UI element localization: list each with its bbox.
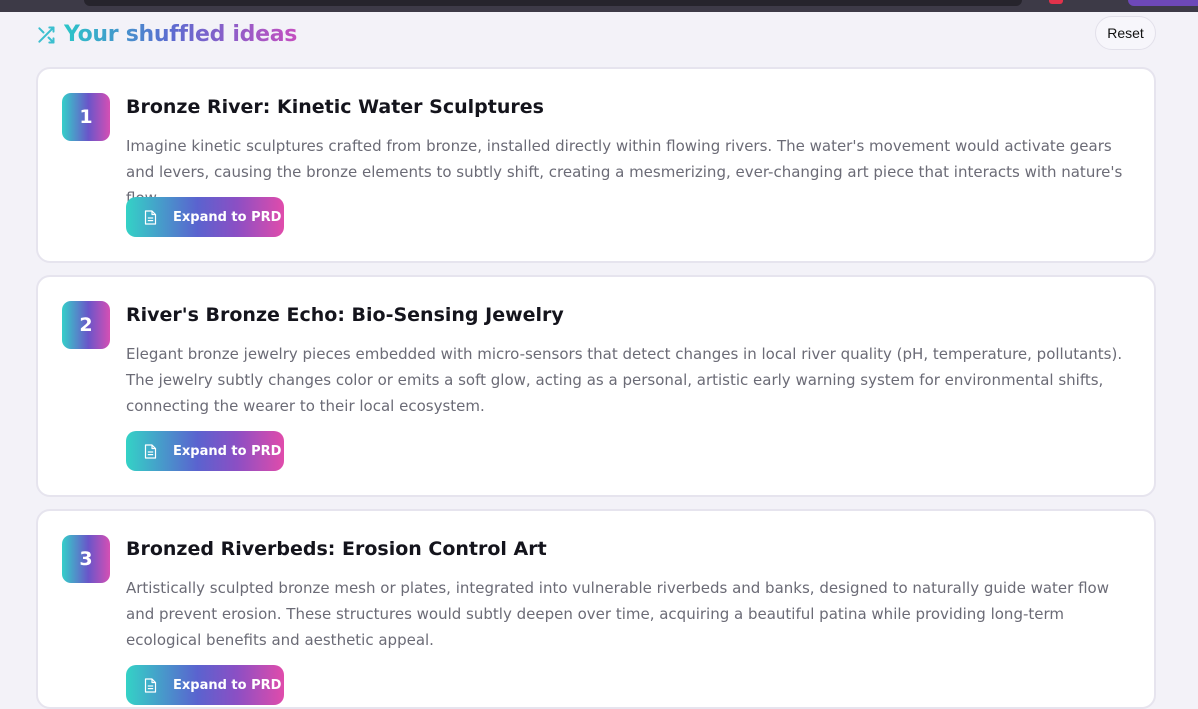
expand-button-label: Expand to PRD bbox=[173, 443, 282, 459]
idea-description: Elegant bronze jewelry pieces embedded w… bbox=[126, 345, 1123, 415]
document-icon bbox=[144, 209, 157, 225]
idea-number-badge: 2 bbox=[62, 301, 110, 349]
address-strip bbox=[84, 0, 1022, 6]
idea-number-badge: 3 bbox=[62, 535, 110, 583]
idea-card: 2 River's Bronze Echo: Bio-Sensing Jewel… bbox=[36, 275, 1156, 497]
expand-to-prd-button[interactable]: Expand to PRD bbox=[126, 197, 284, 237]
idea-description: Artistically sculpted bronze mesh or pla… bbox=[126, 579, 1109, 649]
profile-button[interactable] bbox=[1128, 0, 1198, 6]
idea-number-badge: 1 bbox=[62, 93, 110, 141]
expand-button-label: Expand to PRD bbox=[173, 209, 282, 225]
idea-card: 3 Bronzed Riverbeds: Erosion Control Art… bbox=[36, 509, 1156, 709]
page-header: Your shuffled ideas bbox=[36, 19, 297, 51]
expand-to-prd-button[interactable]: Expand to PRD bbox=[126, 665, 284, 705]
expand-to-prd-button[interactable]: Expand to PRD bbox=[126, 431, 284, 471]
idea-card: 1 Bronze River: Kinetic Water Sculptures… bbox=[36, 67, 1156, 263]
reset-button[interactable]: Reset bbox=[1095, 16, 1156, 50]
page-title: Your shuffled ideas bbox=[64, 19, 297, 51]
idea-title: Bronzed Riverbeds: Erosion Control Art bbox=[126, 538, 547, 560]
shuffle-icon bbox=[36, 25, 56, 45]
document-icon bbox=[144, 443, 157, 459]
notification-indicator bbox=[1049, 0, 1063, 4]
idea-title: River's Bronze Echo: Bio-Sensing Jewelry bbox=[126, 304, 564, 326]
idea-title: Bronze River: Kinetic Water Sculptures bbox=[126, 96, 544, 118]
browser-top-bar bbox=[0, 0, 1198, 12]
